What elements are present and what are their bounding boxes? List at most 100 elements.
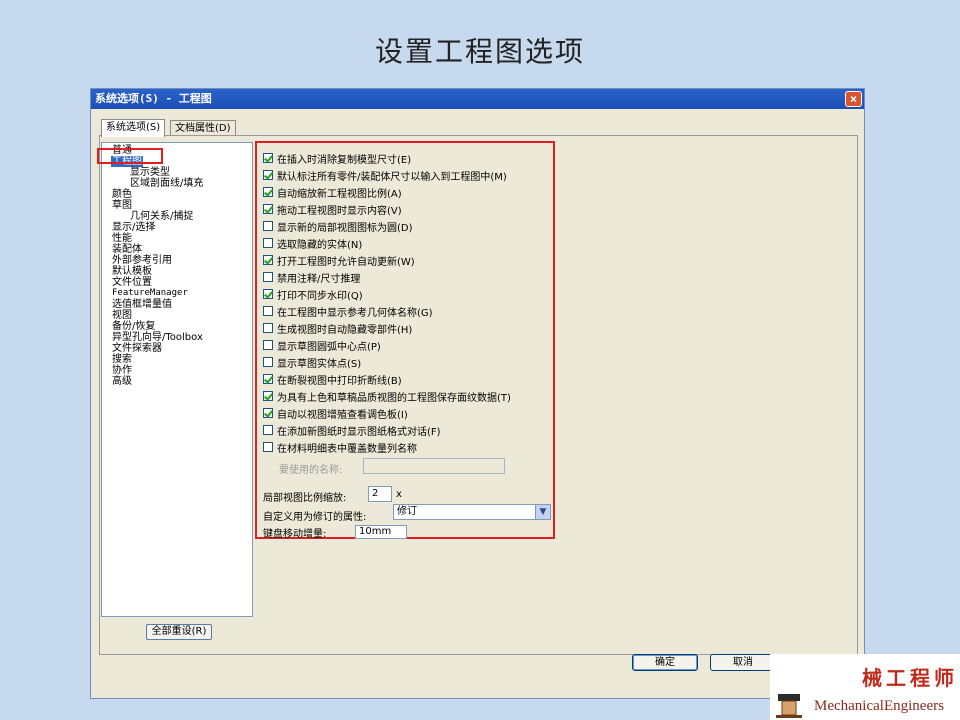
keyboard-nudge-input[interactable]: 10mm — [355, 525, 407, 539]
detail-scale-input[interactable]: 2 — [368, 486, 392, 502]
option-show-entity-points[interactable]: 显示草图实体点(S) — [263, 355, 362, 370]
tree-item-hole-wizard-toolbox[interactable]: 异型孔向导/Toolbox — [112, 332, 203, 343]
tree-item-area-hatch[interactable]: 区域剖面线/填充 — [130, 178, 203, 189]
tree-item-assemblies[interactable]: 装配体 — [112, 244, 142, 255]
option-label: 显示新的局部视图图标为圆(D) — [277, 222, 413, 234]
tab-system-options[interactable]: 系统选项(S) — [101, 119, 166, 137]
tree-item-spin-box-increments[interactable]: 选值框增量值 — [112, 299, 172, 310]
tree-item-advanced[interactable]: 高级 — [112, 376, 132, 387]
reset-all-button[interactable]: 全部重设(R) — [146, 624, 212, 640]
options-tree[interactable]: 普通 工程图 显示类型 区域剖面线/填充 颜色 草图 几何关系/捕捉 显示/选择… — [101, 142, 253, 617]
ok-button[interactable]: 确定 — [632, 654, 698, 671]
checkbox[interactable] — [263, 442, 273, 452]
checkbox[interactable] — [263, 408, 273, 418]
checkbox[interactable] — [263, 374, 273, 384]
option-save-tessellated-data[interactable]: 为具有上色和草稿品质视图的工程图保存面纹数据(T) — [263, 389, 511, 404]
detail-scale-unit: x — [396, 489, 402, 500]
tree-item-sketch[interactable]: 草图 — [112, 200, 132, 211]
checkbox[interactable] — [263, 187, 273, 197]
option-label: 为具有上色和草稿品质视图的工程图保存面纹数据(T) — [277, 392, 511, 404]
tree-item-view[interactable]: 视图 — [112, 310, 132, 321]
name-to-use-input[interactable] — [363, 458, 505, 474]
detail-scale-label: 局部视图比例缩放: — [263, 493, 347, 504]
option-label: 打开工程图时允许自动更新(W) — [277, 256, 415, 268]
tab-document-properties[interactable]: 文档属性(D) — [170, 120, 236, 136]
checkbox[interactable] — [263, 391, 273, 401]
checkbox[interactable] — [263, 238, 273, 248]
revision-property-value: 修订 — [397, 506, 417, 517]
watermark-logo: 械工程师 MechanicalEngineers — [770, 654, 960, 720]
option-select-hidden-entities[interactable]: 选取隐藏的实体(N) — [263, 236, 363, 251]
option-label: 在添加新图纸时显示图纸格式对话(F) — [277, 426, 441, 438]
option-label: 打印不同步水印(Q) — [277, 290, 363, 302]
option-auto-hide-components[interactable]: 生成视图时自动隐藏零部件(H) — [263, 321, 413, 336]
option-label: 禁用注释/尺寸推理 — [277, 273, 361, 285]
checkbox[interactable] — [263, 204, 273, 214]
cancel-button[interactable]: 取消 — [710, 654, 776, 671]
option-label: 在工程图中显示参考几何体名称(G) — [277, 307, 433, 319]
keyboard-nudge-label: 键盘移动增量: — [263, 529, 327, 540]
option-auto-populate-view-palette[interactable]: 自动以视图增殖查看调色板(I) — [263, 406, 408, 421]
tree-selection-highlight — [97, 148, 163, 164]
tree-item-colors[interactable]: 颜色 — [112, 189, 132, 200]
tree-item-collaboration[interactable]: 协作 — [112, 365, 132, 376]
option-label: 显示草图圆弧中心点(P) — [277, 341, 381, 353]
close-icon: × — [849, 92, 858, 106]
option-label: 选取隐藏的实体(N) — [277, 239, 363, 251]
checkbox[interactable] — [263, 153, 273, 163]
tree-item-featuremanager[interactable]: FeatureManager — [112, 288, 188, 299]
tree-item-search[interactable]: 搜索 — [112, 354, 132, 365]
tree-item-external-references[interactable]: 外部参考引用 — [112, 255, 172, 266]
engineer-logo-icon — [776, 694, 802, 718]
revision-property-select[interactable]: 修订 ▼ — [393, 504, 551, 520]
option-eliminate-duplicate-dims[interactable]: 在插入时消除复制模型尺寸(E) — [263, 151, 412, 166]
checkbox[interactable] — [263, 221, 273, 231]
option-show-reference-geometry-names[interactable]: 在工程图中显示参考几何体名称(G) — [263, 304, 433, 319]
option-label: 在材料明细表中覆盖数量列名称 — [277, 443, 417, 455]
option-print-out-of-sync-watermark[interactable]: 打印不同步水印(Q) — [263, 287, 363, 302]
option-disable-note-inference[interactable]: 禁用注释/尺寸推理 — [263, 270, 361, 285]
option-show-sheet-format-dialog[interactable]: 在添加新图纸时显示图纸格式对话(F) — [263, 423, 441, 438]
checkbox[interactable] — [263, 340, 273, 350]
option-label: 自动缩放新工程视图比例(A) — [277, 188, 402, 200]
checkbox[interactable] — [263, 272, 273, 282]
option-allow-auto-update[interactable]: 打开工程图时允许自动更新(W) — [263, 253, 415, 268]
option-detail-circle-icon[interactable]: 显示新的局部视图图标为圆(D) — [263, 219, 413, 234]
watermark-en: MechanicalEngineers — [814, 698, 944, 714]
option-override-quantity-column[interactable]: 在材料明细表中覆盖数量列名称 — [263, 440, 417, 455]
option-print-breaklines[interactable]: 在断裂视图中打印折断线(B) — [263, 372, 402, 387]
checkbox[interactable] — [263, 289, 273, 299]
option-show-arc-centerpoints[interactable]: 显示草图圆弧中心点(P) — [263, 338, 381, 353]
option-label: 拖动工程视图时显示内容(V) — [277, 205, 402, 217]
option-auto-scale-views[interactable]: 自动缩放新工程视图比例(A) — [263, 185, 402, 200]
tree-item-default-templates[interactable]: 默认模板 — [112, 266, 152, 277]
checkbox[interactable] — [263, 357, 273, 367]
tree-item-performance[interactable]: 性能 — [112, 233, 132, 244]
revision-property-label: 自定义用为修订的属性: — [263, 512, 367, 523]
checkbox[interactable] — [263, 323, 273, 333]
option-label: 默认标注所有零件/装配体尺寸以输入到工程图中(M) — [277, 171, 507, 183]
option-show-contents-drag[interactable]: 拖动工程视图时显示内容(V) — [263, 202, 402, 217]
checkbox[interactable] — [263, 425, 273, 435]
slide-title: 设置工程图选项 — [374, 35, 585, 68]
option-mark-dims-for-import[interactable]: 默认标注所有零件/装配体尺寸以输入到工程图中(M) — [263, 168, 507, 183]
option-label: 显示草图实体点(S) — [277, 358, 362, 370]
option-label: 自动以视图增殖查看调色板(I) — [277, 409, 408, 421]
option-label: 在插入时消除复制模型尺寸(E) — [277, 154, 412, 166]
tree-item-display-style[interactable]: 显示类型 — [130, 167, 170, 178]
watermark-cn: 械工程师 — [862, 666, 958, 690]
tree-item-file-explorer[interactable]: 文件探索器 — [112, 343, 162, 354]
chevron-down-icon[interactable]: ▼ — [535, 505, 550, 519]
dialog-title: 系统选项(S) - 工程图 — [95, 92, 212, 105]
close-button[interactable]: × — [845, 91, 862, 107]
tree-item-relations-snaps[interactable]: 几何关系/捕捉 — [130, 211, 193, 222]
dialog-titlebar[interactable]: 系统选项(S) - 工程图 × — [91, 89, 864, 109]
checkbox[interactable] — [263, 255, 273, 265]
tree-item-backup-recover[interactable]: 备份/恢复 — [112, 321, 155, 332]
name-to-use-label: 要使用的名称: — [279, 465, 343, 476]
tree-item-display-selection[interactable]: 显示/选择 — [112, 222, 155, 233]
checkbox[interactable] — [263, 170, 273, 180]
checkbox[interactable] — [263, 306, 273, 316]
option-label: 生成视图时自动隐藏零部件(H) — [277, 324, 413, 336]
tree-item-file-locations[interactable]: 文件位置 — [112, 277, 152, 288]
